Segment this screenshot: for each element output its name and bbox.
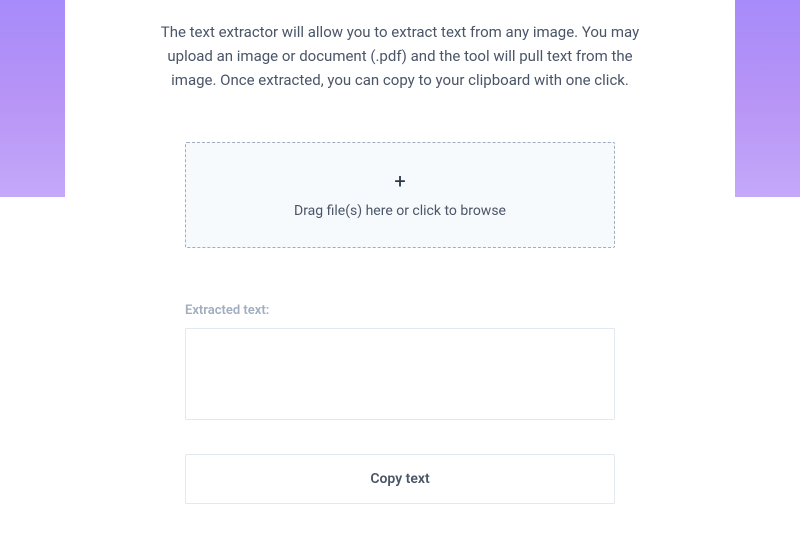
- plus-icon: +: [206, 171, 594, 191]
- extracted-text-label: Extracted text:: [185, 303, 615, 318]
- description-text: The text extractor will allow you to ext…: [65, 20, 735, 92]
- file-dropzone[interactable]: + Drag file(s) here or click to browse: [185, 142, 615, 248]
- extracted-text-output[interactable]: [185, 328, 615, 420]
- main-card: The text extractor will allow you to ext…: [65, 0, 735, 553]
- copy-text-button[interactable]: Copy text: [185, 454, 615, 504]
- content-area: + Drag file(s) here or click to browse E…: [65, 142, 735, 504]
- dropzone-text: Drag file(s) here or click to browse: [206, 203, 594, 219]
